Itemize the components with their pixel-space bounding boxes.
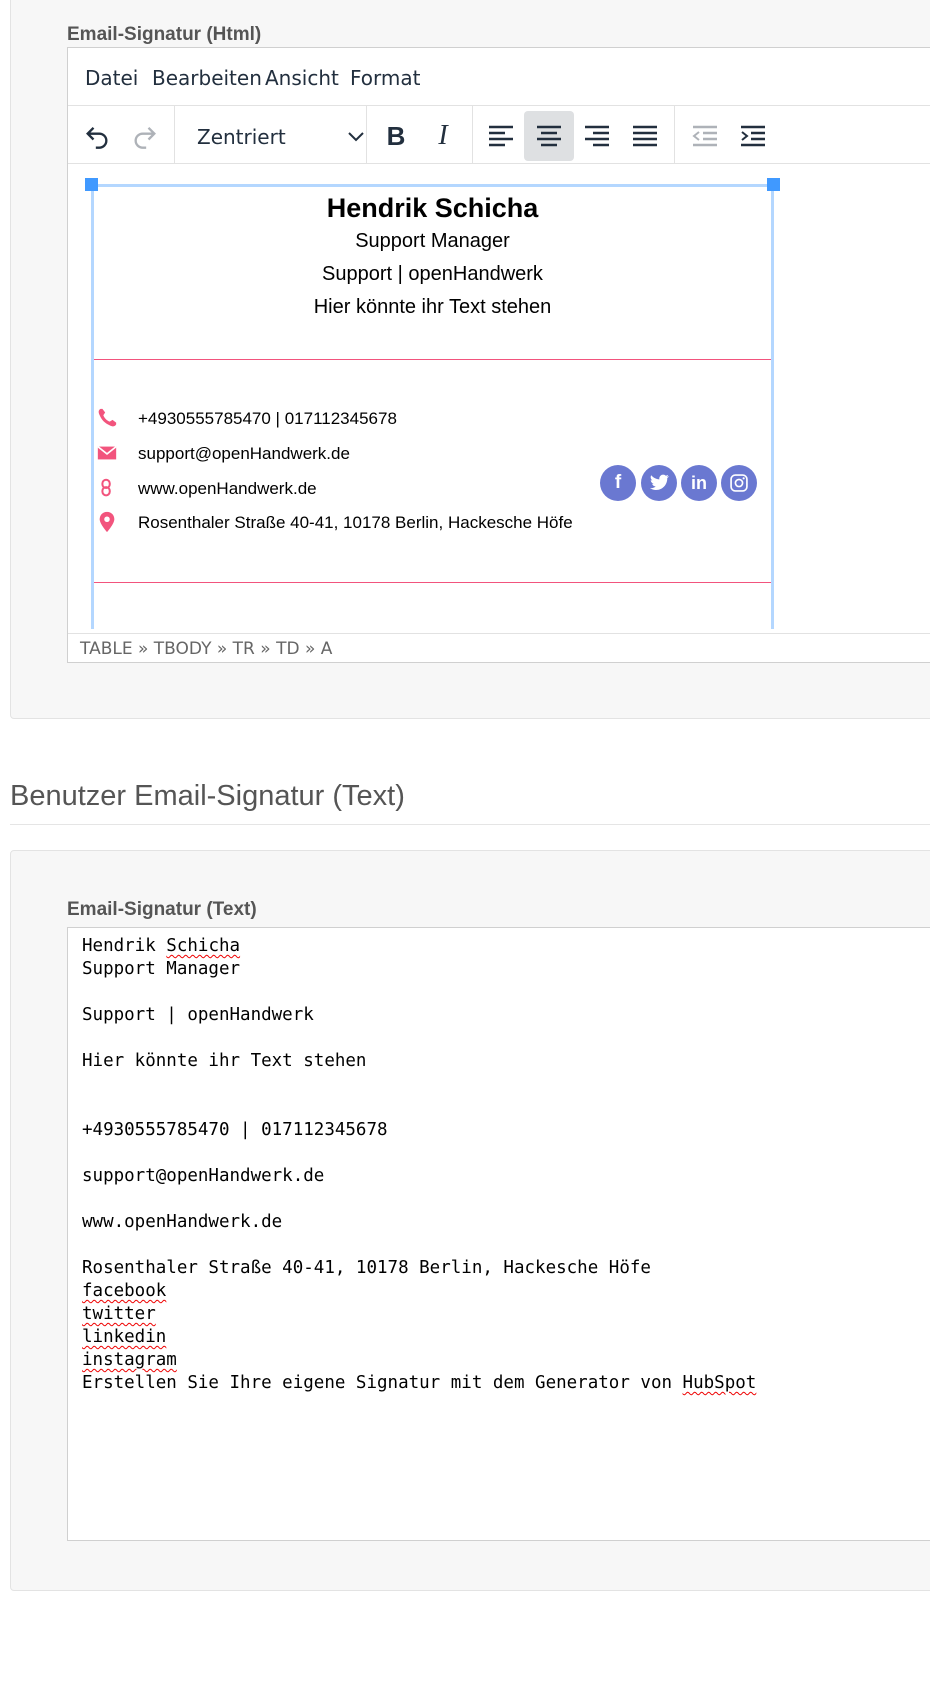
textarea-line: +4930555785470 | 017112345678 <box>82 1120 388 1140</box>
textarea-line: facebook <box>82 1281 167 1301</box>
link-icon <box>101 478 111 497</box>
menu-format[interactable]: Format <box>350 66 420 90</box>
signature-divider <box>94 359 771 360</box>
resize-handle-top-left[interactable] <box>85 178 98 191</box>
outdent-button[interactable] <box>680 111 730 161</box>
textarea-line: instagram <box>82 1350 177 1370</box>
facebook-icon: f <box>614 472 622 493</box>
toolbar-separator <box>174 105 175 163</box>
element-path: TABLE » TBODY » TR » TD » A <box>80 639 333 659</box>
twitter-icon <box>649 474 670 490</box>
editor-content[interactable]: Hendrik Schicha Support Manager Support … <box>68 164 930 629</box>
textarea-line: Support | openHandwerk <box>82 1005 314 1025</box>
bold-icon: B <box>386 120 406 151</box>
location-pin-icon <box>99 511 115 533</box>
align-right-icon <box>585 125 609 147</box>
textarea-line: Hendrik Schicha <box>82 936 240 956</box>
signature-divider-bottom <box>94 582 771 583</box>
textarea-line: support@openHandwerk.de <box>82 1166 325 1186</box>
section-heading: Benutzer Email-Signatur (Text) <box>10 780 405 812</box>
textarea-line: www.openHandwerk.de <box>82 1212 283 1232</box>
italic-button[interactable]: I <box>418 111 468 161</box>
signature-email[interactable]: support@openHandwerk.de <box>138 444 350 464</box>
html-signature-panel: Email-Signatur (Html) Datei Bearbeiten A… <box>10 0 930 719</box>
textarea-text-misspelled: Schicha <box>166 936 241 956</box>
textarea-line: Hier könnte ihr Text stehen <box>82 1051 367 1071</box>
linkedin-link[interactable]: in <box>681 465 717 501</box>
toolbar-separator <box>472 105 473 163</box>
textarea-text-misspelled: HubSpot <box>682 1373 757 1393</box>
indent-button[interactable] <box>728 111 778 161</box>
twitter-link[interactable] <box>641 465 677 501</box>
undo-button[interactable] <box>72 111 122 161</box>
redo-icon <box>134 127 156 149</box>
editor-toolbar: Zentriert B I <box>68 105 930 164</box>
menu-ansicht[interactable]: Ansicht <box>265 66 339 90</box>
align-center-icon <box>537 125 561 147</box>
align-left-icon <box>489 125 513 147</box>
textarea-line: Erstellen Sie Ihre eigene Signatur mit d… <box>82 1373 756 1393</box>
align-right-button[interactable] <box>572 111 622 161</box>
signature-address: Rosenthaler Straße 40-41, 10178 Berlin, … <box>138 513 573 532</box>
toolbar-separator <box>366 105 367 163</box>
text-signature-panel: Email-Signatur (Text) Hendrik Schicha Su… <box>10 850 930 1591</box>
facebook-link[interactable]: f <box>600 465 636 501</box>
textarea-text: Hendrik <box>82 936 167 956</box>
alignment-select-value: Zentriert <box>197 125 286 149</box>
bold-button[interactable]: B <box>371 111 421 161</box>
phone-icon <box>98 408 117 427</box>
signature-company: Support | openHandwerk <box>322 263 543 285</box>
email-icon <box>97 445 117 460</box>
text-signature-textarea[interactable]: Hendrik Schicha Support Manager Support … <box>67 927 930 1541</box>
rich-text-editor: Datei Bearbeiten Ansicht Format Zentrier… <box>67 47 930 663</box>
textarea-text: Erstellen Sie Ihre eigene Signatur mit d… <box>82 1373 683 1393</box>
instagram-link[interactable] <box>721 465 757 501</box>
redo-button[interactable] <box>120 111 170 161</box>
resize-handle-top-right[interactable] <box>767 178 780 191</box>
editor-menubar: Datei Bearbeiten Ansicht Format <box>68 48 930 106</box>
linkedin-icon: in <box>691 472 707 493</box>
textarea-line: linkedin <box>82 1327 167 1347</box>
section-rule <box>10 824 930 825</box>
align-left-button[interactable] <box>476 111 526 161</box>
outdent-icon <box>692 125 717 147</box>
text-signature-label: Email-Signatur (Text) <box>67 899 257 920</box>
chevron-down-icon <box>348 132 364 142</box>
justify-icon <box>633 125 657 147</box>
signature-name: Hendrik Schicha <box>326 193 539 223</box>
instagram-icon <box>730 474 748 492</box>
signature-title: Support Manager <box>355 230 510 252</box>
alignment-select[interactable]: Zentriert <box>181 111 375 161</box>
signature-website[interactable]: www.openHandwerk.de <box>138 479 317 499</box>
textarea-line: Rosenthaler Straße 40-41, 10178 Berlin, … <box>82 1258 651 1278</box>
menu-datei[interactable]: Datei <box>85 66 138 90</box>
menu-bearbeiten[interactable]: Bearbeiten <box>152 66 262 90</box>
signature-tagline: Hier könnte ihr Text stehen <box>313 296 552 318</box>
align-center-button[interactable] <box>524 111 574 161</box>
editor-statusbar: TABLE » TBODY » TR » TD » A <box>68 633 930 662</box>
italic-icon: I <box>438 120 448 151</box>
textarea-line: twitter <box>82 1304 156 1324</box>
toolbar-separator <box>674 105 675 163</box>
textarea-line: Support Manager <box>82 959 241 979</box>
indent-icon <box>741 125 765 147</box>
signature-table[interactable]: Hendrik Schicha Support Manager Support … <box>85 178 780 629</box>
html-signature-label: Email-Signatur (Html) <box>67 24 262 45</box>
undo-icon <box>86 127 108 149</box>
signature-phone: +4930555785470 | 017112345678 <box>138 409 397 428</box>
justify-button[interactable] <box>620 111 670 161</box>
